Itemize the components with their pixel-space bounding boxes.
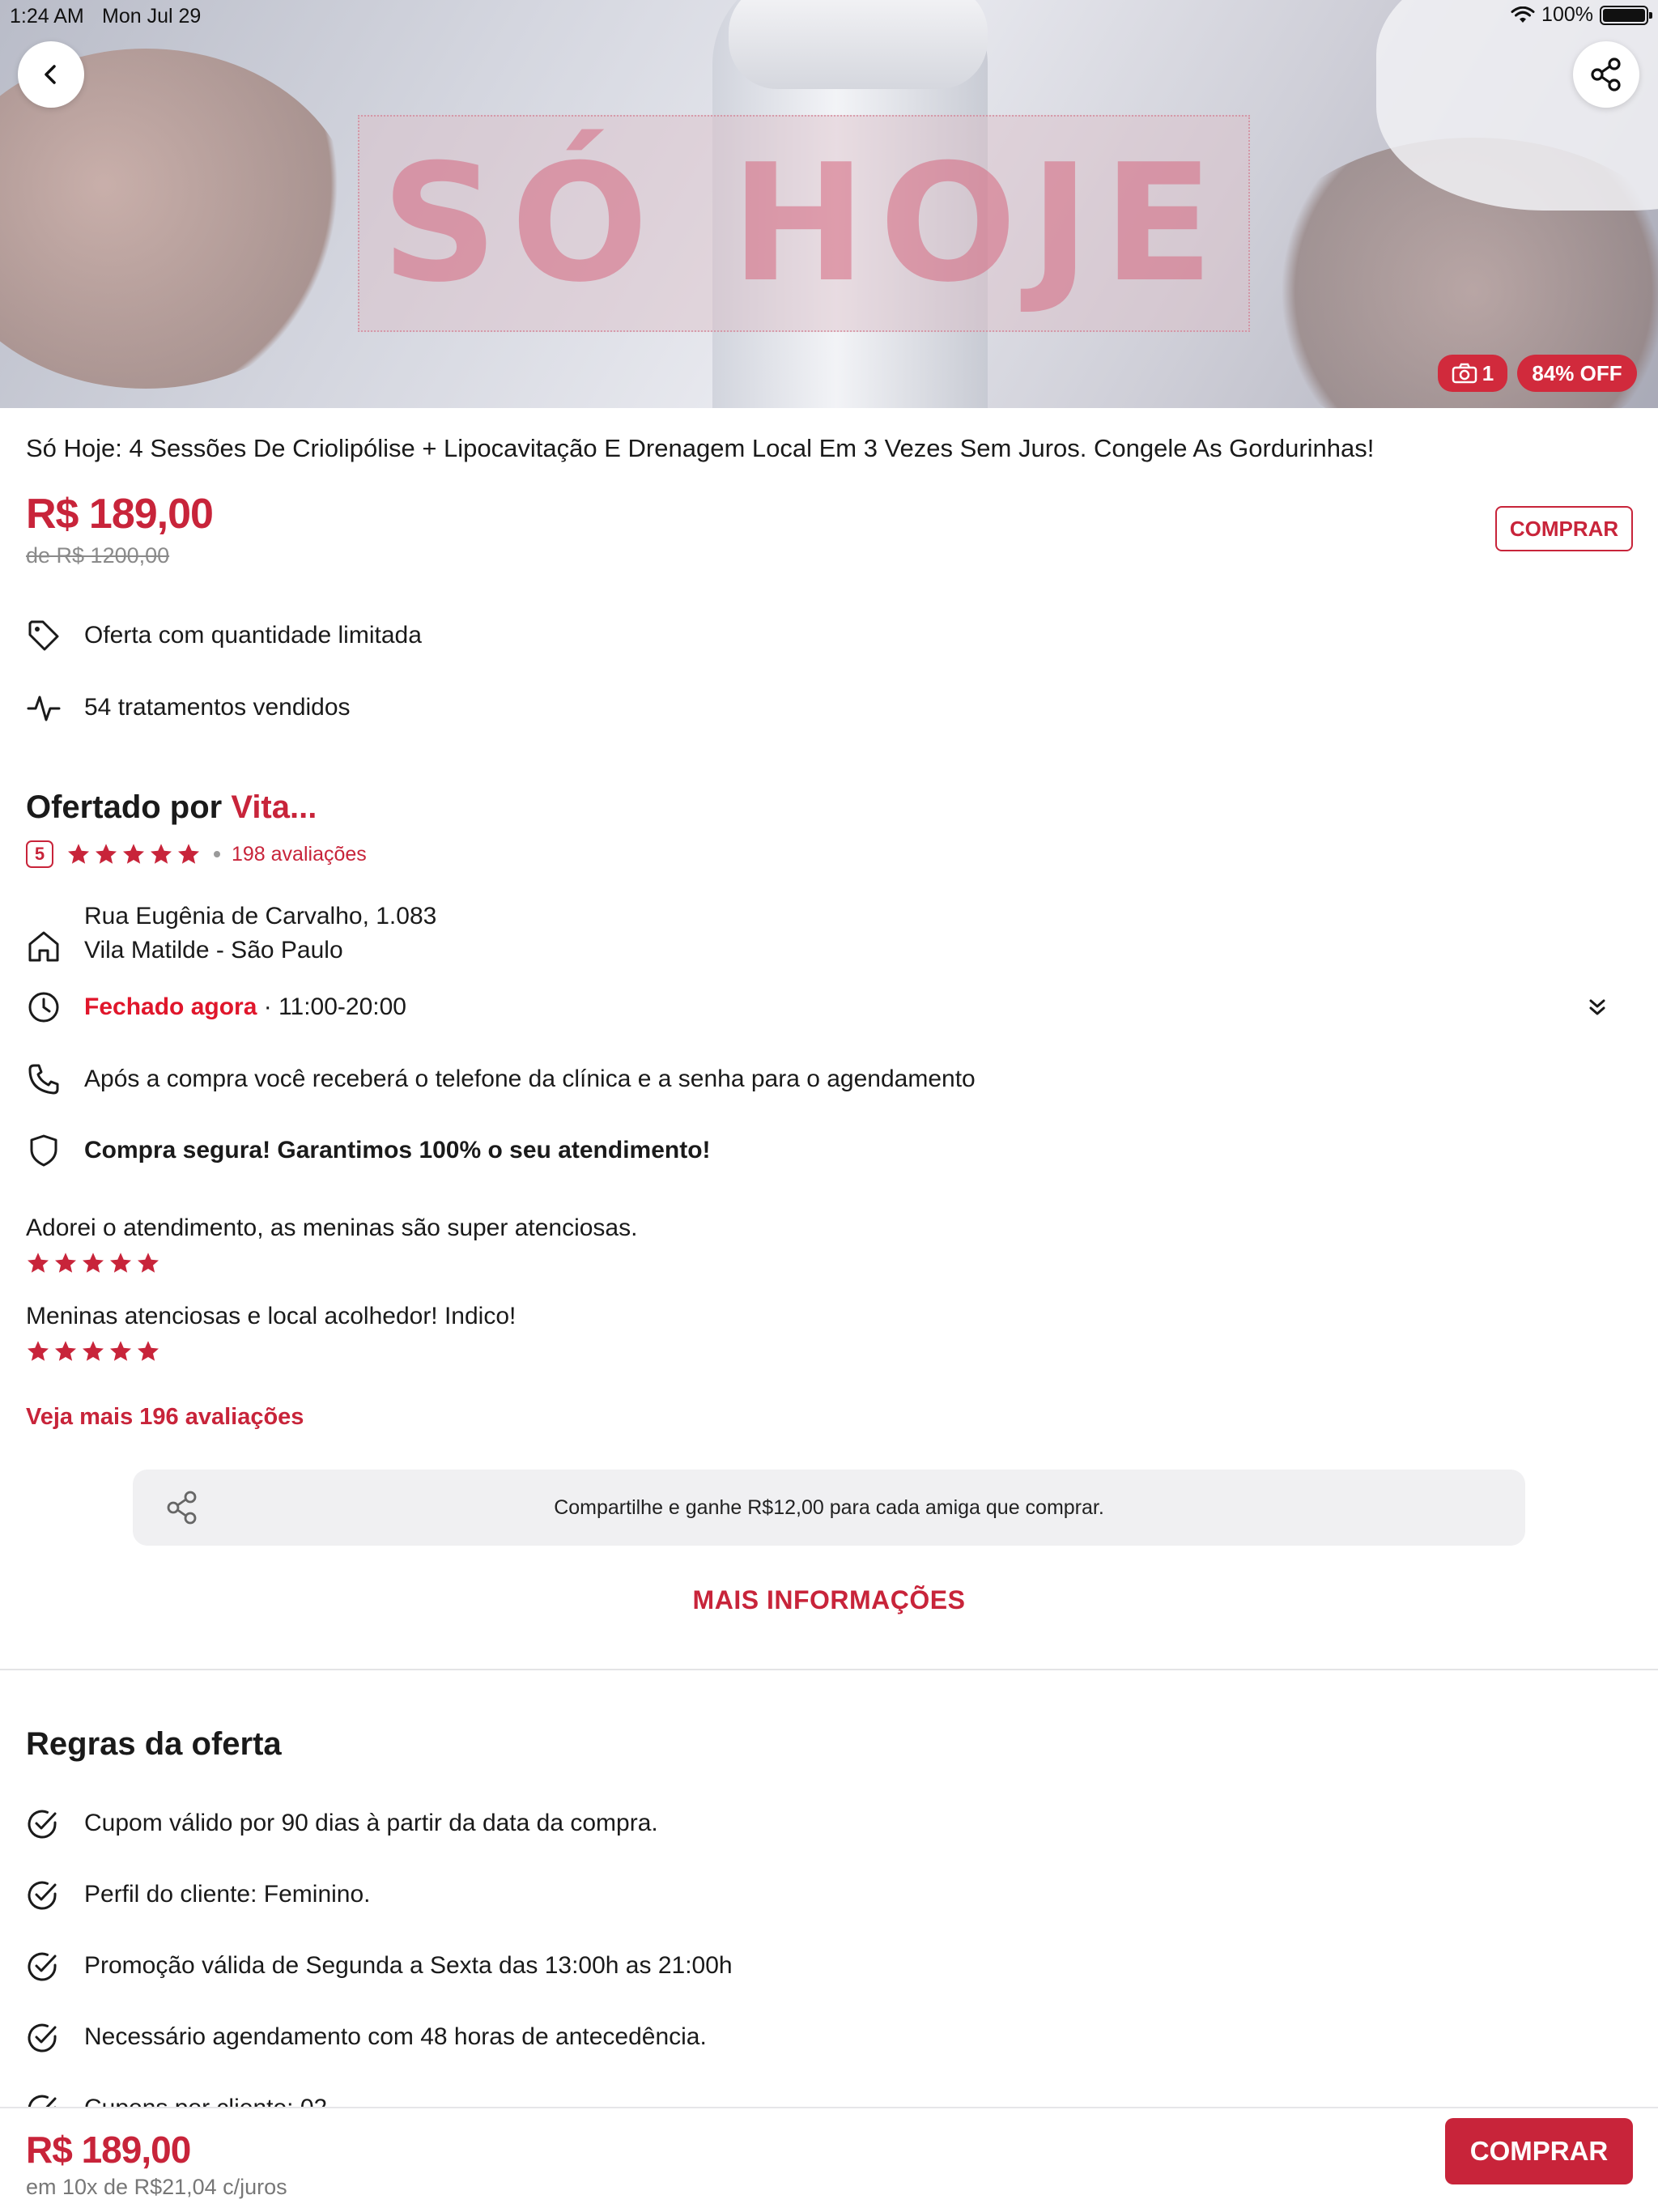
review-stars xyxy=(26,1251,160,1275)
star-icon xyxy=(110,1341,131,1361)
photo-count: 1 xyxy=(1482,360,1494,385)
star-icon xyxy=(96,844,117,864)
shield-icon xyxy=(26,1133,62,1168)
star-icon xyxy=(178,844,199,864)
star-icon xyxy=(55,1253,76,1273)
hours-value: · 11:00-20:00 xyxy=(263,993,406,1020)
star-icon xyxy=(68,844,89,864)
star-icon xyxy=(151,844,172,864)
share-banner[interactable]: Compartilhe e ganhe R$12,00 para cada am… xyxy=(133,1470,1525,1546)
address-line1: Rua Eugênia de Carvalho, 1.083 xyxy=(84,903,437,929)
bottom-purchase-bar: R$ 189,00 em 10x de R$21,04 c/juros COMP… xyxy=(0,2107,1658,2212)
buy-button-bottom[interactable]: COMPRAR xyxy=(1445,2118,1633,2184)
star-icon xyxy=(138,1341,159,1361)
rule-text: Promoção válida de Segunda a Sexta das 1… xyxy=(84,1952,733,1979)
camera-icon xyxy=(1452,363,1477,384)
battery-icon xyxy=(1600,5,1652,25)
provider-name-link[interactable]: Vita... xyxy=(231,789,317,825)
star-icon xyxy=(123,844,144,864)
offer-price: R$ 189,00 xyxy=(26,491,214,538)
phone-row: Após a compra você receberá o telefone d… xyxy=(26,1061,976,1097)
check-circle-icon xyxy=(28,1881,57,1910)
back-button[interactable] xyxy=(18,41,84,108)
reviews-count-link[interactable]: 198 avaliações xyxy=(232,843,367,866)
highlight-text: Oferta com quantidade limitada xyxy=(84,622,422,649)
clock-icon xyxy=(26,989,62,1025)
check-circle-icon xyxy=(28,1810,57,1839)
chevron-left-icon xyxy=(45,65,56,84)
bottom-installments: em 10x de R$21,04 c/juros xyxy=(26,2175,287,2199)
discount-badge: 84% OFF xyxy=(1517,355,1637,392)
rules-title: Regras da oferta xyxy=(26,1726,282,1762)
hours-status: Fechado agora xyxy=(84,993,257,1020)
star-icon xyxy=(28,1253,49,1273)
hero-overlay-text: SÓ HOJE xyxy=(380,129,1227,318)
hero-image[interactable]: SÓ HOJE xyxy=(0,0,1658,408)
score-badge: 5 xyxy=(26,840,53,868)
status-bar: 1:24 AM Mon Jul 29 100% xyxy=(0,0,1658,32)
more-info-button[interactable]: MAIS INFORMAÇÕES xyxy=(0,1585,1658,1615)
rule-text: Cupom válido por 90 dias à partir da dat… xyxy=(84,1810,658,1836)
dot-separator xyxy=(214,851,220,857)
review-text: Meninas atenciosas e local acolhedor! In… xyxy=(26,1303,517,1329)
star-icon xyxy=(83,1341,104,1361)
highlight-limited: Oferta com quantidade limitada xyxy=(26,618,422,653)
check-circle-icon xyxy=(28,2023,57,2052)
tag-icon xyxy=(26,618,62,653)
home-icon xyxy=(26,929,62,964)
provider-rating[interactable]: 5 198 avaliações xyxy=(26,840,367,869)
hours-row[interactable]: Fechado agora · 11:00-20:00 xyxy=(26,989,1632,1025)
review-stars xyxy=(26,1339,160,1363)
star-icon xyxy=(28,1341,49,1361)
section-divider xyxy=(0,1669,1658,1670)
rule-text: Perfil do cliente: Feminino. xyxy=(84,1881,371,1908)
address-text: Rua Eugênia de Carvalho, 1.083 Vila Mati… xyxy=(84,900,436,968)
share-button[interactable] xyxy=(1573,41,1639,108)
star-icon xyxy=(55,1341,76,1361)
hours-text: Fechado agora · 11:00-20:00 xyxy=(84,993,406,1021)
provider-heading-prefix: Ofertado por xyxy=(26,789,223,825)
see-more-reviews-link[interactable]: Veja mais 196 avaliações xyxy=(26,1404,304,1431)
address-row[interactable]: Rua Eugênia de Carvalho, 1.083 Vila Mati… xyxy=(26,903,436,964)
provider-heading: Ofertado por Vita... xyxy=(26,789,317,826)
buy-button-top[interactable]: COMPRAR xyxy=(1495,506,1633,551)
status-right: 100% xyxy=(1511,3,1652,27)
wifi-icon xyxy=(1511,6,1535,23)
guarantee-text: Compra segura! Garantimos 100% o seu ate… xyxy=(84,1137,711,1163)
guarantee-row: Compra segura! Garantimos 100% o seu ate… xyxy=(26,1133,711,1168)
rule-text: Necessário agendamento com 48 horas de a… xyxy=(84,2023,707,2050)
check-circle-icon xyxy=(28,1952,57,1981)
activity-icon xyxy=(26,690,62,725)
offer-title: Só Hoje: 4 Sessões De Criolipólise + Lip… xyxy=(26,434,1375,462)
phone-note: Após a compra você receberá o telefone d… xyxy=(84,1066,976,1092)
star-icon xyxy=(138,1253,159,1273)
star-icon xyxy=(110,1253,131,1273)
highlight-sold: 54 tratamentos vendidos xyxy=(26,690,351,725)
review-text: Adorei o atendimento, as meninas são sup… xyxy=(26,1214,638,1241)
highlight-text: 54 tratamentos vendidos xyxy=(84,694,351,721)
address-line2: Vila Matilde - São Paulo xyxy=(84,937,343,963)
offer-old-price: de R$ 1200,00 xyxy=(26,543,170,568)
share-icon xyxy=(1591,57,1621,91)
bottom-price: R$ 189,00 xyxy=(26,2129,191,2171)
photo-count-badge[interactable]: 1 xyxy=(1438,355,1507,392)
battery-percent: 100% xyxy=(1541,3,1593,26)
status-date: Mon Jul 29 xyxy=(102,5,202,28)
provider-stars xyxy=(66,842,201,866)
chevron-double-down-icon[interactable] xyxy=(1584,994,1611,1022)
star-icon xyxy=(83,1253,104,1273)
status-time: 1:24 AM xyxy=(10,5,84,28)
phone-icon xyxy=(26,1061,62,1097)
share-banner-text: Compartilhe e ganhe R$12,00 para cada am… xyxy=(554,1495,1104,1519)
